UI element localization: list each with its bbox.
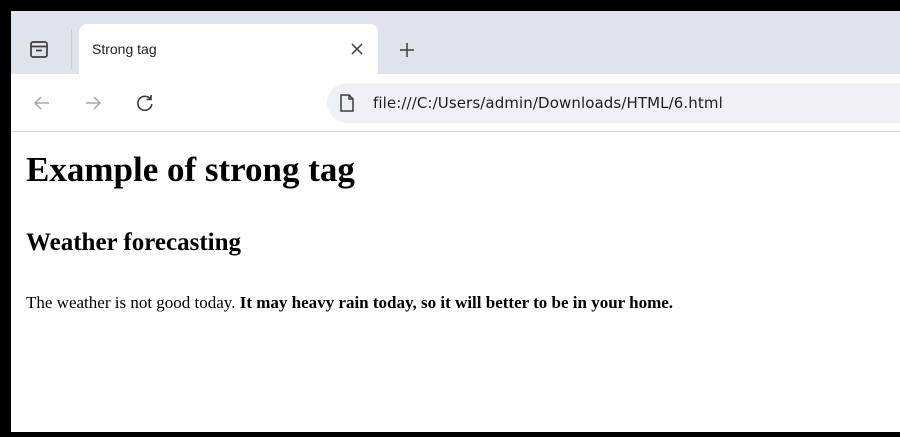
paragraph-strong-text: It may heavy rain today, so it will bett… (239, 293, 674, 312)
tab-active[interactable]: Strong tag (79, 24, 378, 74)
arrow-right-icon (86, 96, 102, 110)
reload-icon (137, 95, 153, 112)
back-button[interactable] (30, 91, 54, 115)
page-paragraph: The weather is not good today. It may he… (26, 293, 673, 313)
page-icon (340, 94, 354, 112)
tab-search-icon[interactable] (27, 37, 51, 61)
reload-button[interactable] (133, 91, 157, 115)
page-heading: Example of strong tag (26, 150, 355, 189)
new-tab-button[interactable] (395, 38, 419, 62)
tab-strip: Strong tag (11, 11, 900, 79)
page-subheading: Weather forecasting (26, 229, 242, 256)
close-icon[interactable] (346, 38, 368, 60)
forward-button[interactable] (81, 91, 105, 115)
url-text[interactable]: file:///C:/Users/admin/Downloads/HTML/6.… (373, 94, 723, 112)
arrow-left-icon (33, 96, 49, 110)
tab-divider (71, 29, 72, 69)
address-bar[interactable]: file:///C:/Users/admin/Downloads/HTML/6.… (327, 83, 900, 123)
tab-title: Strong tag (92, 41, 157, 57)
browser-window: Strong tag file:///C:/Users/admin/Downlo… (11, 11, 900, 432)
browser-toolbar: file:///C:/Users/admin/Downloads/HTML/6.… (11, 74, 900, 132)
plus-icon (400, 43, 414, 57)
paragraph-normal-text: The weather is not good today. (26, 293, 240, 312)
page-content: Example of strong tag Weather forecastin… (11, 133, 900, 432)
